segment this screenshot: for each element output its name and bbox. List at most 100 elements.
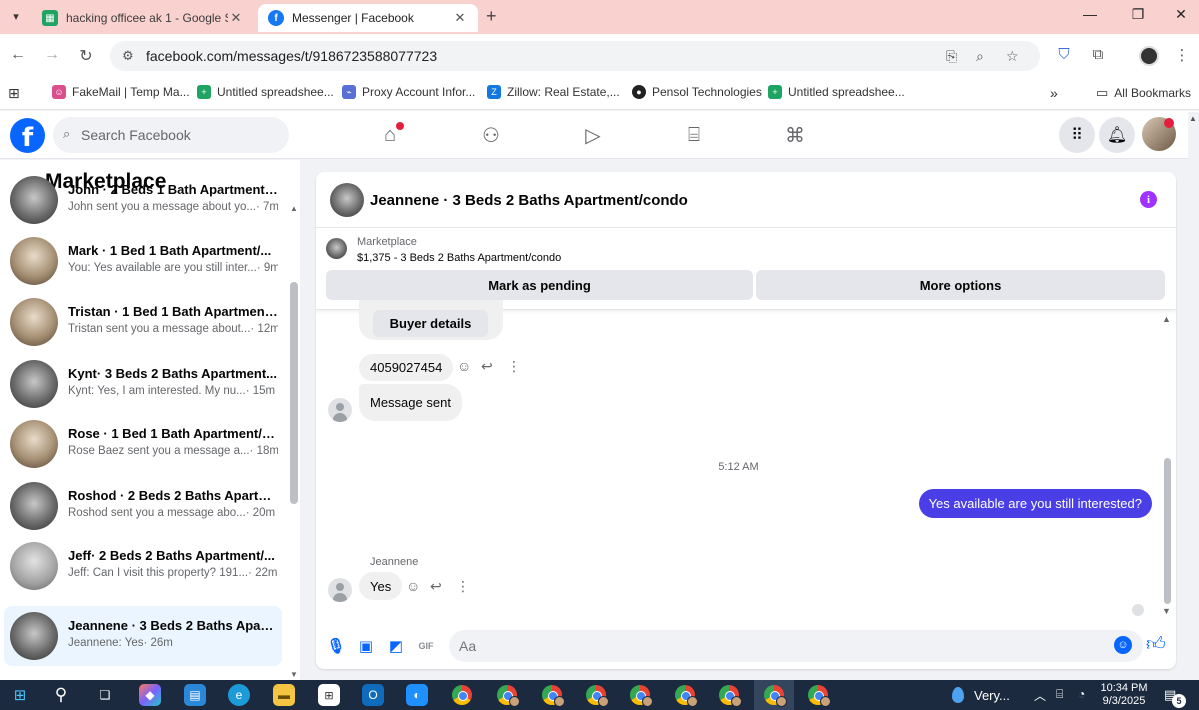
profile-avatar[interactable]: [1139, 46, 1159, 66]
tab-search-chevron-icon[interactable]: ▾: [6, 6, 26, 26]
chat-title[interactable]: Jeannene · 3 Beds 2 Baths Apartment/cond…: [370, 192, 688, 209]
reload-icon[interactable]: ↻: [76, 46, 96, 66]
conversation-item[interactable]: Roshod · 2 Beds 2 Baths Apartm... Roshod…: [4, 476, 282, 536]
restore-window-icon[interactable]: ❐: [1128, 6, 1148, 23]
thumbs-up-like-icon[interactable]: 👍︎: [1146, 633, 1166, 656]
scroll-down-arrow-icon[interactable]: ▼: [290, 670, 298, 679]
zoom-icon[interactable]: ⌕: [976, 48, 984, 65]
search-icon[interactable]: ⚲: [50, 684, 72, 706]
chrome-profile-icon[interactable]: [675, 685, 698, 707]
sidebar-scrollbar[interactable]: [290, 282, 298, 504]
reply-icon[interactable]: ↩: [430, 578, 442, 595]
copilot-icon[interactable]: ◆: [139, 684, 161, 706]
address-bar[interactable]: ⚙ facebook.com/messages/t/91867235880777…: [110, 41, 1040, 71]
gaming-icon[interactable]: ⌘: [780, 121, 810, 149]
wifi-icon[interactable]: ◔: [1078, 687, 1085, 701]
bookmark-zillow[interactable]: Z Zillow: Real Estate,...: [487, 85, 620, 99]
contact-avatar[interactable]: [328, 578, 352, 602]
scroll-down-arrow-icon[interactable]: ▼: [1162, 606, 1171, 616]
windows-start-icon[interactable]: ⊞: [9, 684, 31, 706]
gif-icon[interactable]: GIF: [416, 636, 436, 656]
conversation-item[interactable]: Rose · 1 Bed 1 Bath Apartment/c... Rose …: [4, 414, 282, 474]
menu-grid-icon[interactable]: ⠿: [1059, 117, 1095, 153]
bookmark-pensol[interactable]: ● Pensol Technologies: [632, 85, 762, 99]
facebook-logo[interactable]: f: [10, 118, 45, 153]
more-bookmarks-chevron-icon[interactable]: »: [1050, 85, 1058, 101]
minimize-icon[interactable]: —: [1080, 6, 1100, 22]
reply-icon[interactable]: ↩: [481, 358, 493, 375]
install-app-icon[interactable]: ⎘: [946, 48, 957, 65]
outlook-icon[interactable]: O: [362, 684, 384, 706]
contact-avatar[interactable]: [330, 183, 364, 217]
bookmark-spreadsheet-2[interactable]: + Untitled spreadshee...: [768, 85, 905, 99]
apps-grid-icon[interactable]: ⊞: [8, 85, 20, 102]
search-facebook-input[interactable]: ⌕ Search Facebook: [53, 117, 289, 153]
forward-arrow-icon[interactable]: →: [42, 46, 62, 64]
conversation-item[interactable]: Jeff· 2 Beds 2 Baths Apartment/... Jeff:…: [4, 536, 282, 596]
close-tab-icon[interactable]: ✕: [452, 10, 468, 26]
shield-extension-icon[interactable]: ⛉: [1054, 46, 1074, 63]
microphone-icon[interactable]: 🎙︎: [326, 636, 346, 656]
notifications-bell-icon[interactable]: 🔔︎: [1099, 117, 1135, 153]
more-actions-icon[interactable]: ⋮: [456, 578, 470, 595]
conversation-item[interactable]: Kynt· 3 Beds 2 Baths Apartment... Kynt: …: [4, 354, 282, 414]
file-explorer-icon[interactable]: ▬: [273, 684, 295, 706]
marketplace-icon[interactable]: ⌸: [679, 121, 709, 149]
tray-chevron-up-icon[interactable]: ︿: [1034, 687, 1046, 704]
browser-tab-messenger[interactable]: f Messenger | Facebook ✕: [258, 4, 478, 32]
conversation-item[interactable]: Tristan · 1 Bed 1 Bath Apartment... Tris…: [4, 292, 282, 352]
chrome-profile-icon[interactable]: [630, 685, 653, 707]
chrome-profile-icon[interactable]: [808, 685, 831, 707]
photo-gallery-icon[interactable]: ▣: [356, 636, 376, 656]
site-settings-icon[interactable]: ⚙: [122, 48, 134, 64]
system-clock[interactable]: 10:34 PM 9/3/2025: [1100, 682, 1148, 708]
sticker-icon[interactable]: ◩: [386, 636, 406, 656]
scroll-up-arrow-icon[interactable]: ▲: [1189, 114, 1197, 123]
bookmark-star-icon[interactable]: ☆: [1006, 48, 1019, 65]
weather-widget[interactable]: Very...: [952, 687, 1010, 703]
buyer-details-button[interactable]: Buyer details: [373, 310, 488, 337]
app-icon[interactable]: ◐: [406, 684, 428, 706]
conversation-item[interactable]: Mark · 1 Bed 1 Bath Apartment/... You: Y…: [4, 231, 282, 291]
more-options-button[interactable]: More options: [756, 270, 1165, 300]
extensions-puzzle-icon[interactable]: ⧉: [1088, 46, 1108, 63]
chat-scrollbar[interactable]: [1164, 458, 1171, 604]
conversation-item-active[interactable]: Jeannene · 3 Beds 2 Baths Apart... Jeann…: [4, 606, 282, 666]
listing-price[interactable]: $1,375 - 3 Beds 2 Baths Apartment/condo: [357, 252, 561, 264]
scroll-up-arrow-icon[interactable]: ▲: [290, 204, 298, 213]
bookmark-proxy[interactable]: ⌁ Proxy Account Infor...: [342, 85, 475, 99]
chrome-profile-icon[interactable]: [497, 685, 520, 707]
video-icon[interactable]: ▷: [578, 121, 608, 149]
chrome-profile-icon[interactable]: [719, 685, 742, 707]
react-emoji-icon[interactable]: ☺: [457, 358, 471, 374]
microsoft-store-icon[interactable]: ⊞: [318, 684, 340, 706]
info-icon[interactable]: i: [1140, 191, 1157, 208]
close-tab-icon[interactable]: ✕: [228, 10, 244, 26]
tray-app-icon[interactable]: ⌸: [1056, 687, 1063, 702]
chrome-icon[interactable]: [452, 685, 472, 705]
listing-thumbnail[interactable]: [326, 238, 347, 259]
conversation-item[interactable]: John · 2 Beds 1 Bath Apartment/... John …: [4, 170, 282, 230]
chrome-profile-icon[interactable]: [764, 685, 787, 707]
back-arrow-icon[interactable]: ←: [8, 46, 28, 64]
more-actions-icon[interactable]: ⋮: [507, 358, 521, 375]
scroll-up-arrow-icon[interactable]: ▲: [1162, 314, 1171, 324]
bookmark-spreadsheet-1[interactable]: + Untitled spreadshee...: [197, 85, 334, 99]
message-input[interactable]: [449, 630, 1143, 662]
app-icon[interactable]: ▤: [184, 684, 206, 706]
chrome-profile-icon[interactable]: [586, 685, 609, 707]
friends-icon[interactable]: ⚇: [476, 121, 506, 149]
emoji-icon[interactable]: ☺: [1114, 636, 1132, 654]
task-view-icon[interactable]: ❏: [94, 684, 116, 706]
contact-avatar[interactable]: [328, 398, 352, 422]
edge-icon[interactable]: e: [228, 684, 250, 706]
more-menu-icon[interactable]: ⋮: [1172, 46, 1192, 64]
page-scrollbar[interactable]: ▲: [1188, 112, 1199, 680]
chrome-profile-icon[interactable]: [542, 685, 565, 707]
bookmark-fakemail[interactable]: ☺ FakeMail | Temp Ma...: [52, 85, 190, 99]
all-bookmarks-folder[interactable]: ▭ All Bookmarks: [1096, 85, 1191, 101]
react-emoji-icon[interactable]: ☺: [406, 578, 420, 594]
close-window-icon[interactable]: ✕: [1171, 6, 1191, 23]
browser-tab-sheets[interactable]: ▦ hacking officee ak 1 - Google S ✕: [32, 4, 254, 32]
new-tab-plus-icon[interactable]: +: [486, 6, 497, 27]
